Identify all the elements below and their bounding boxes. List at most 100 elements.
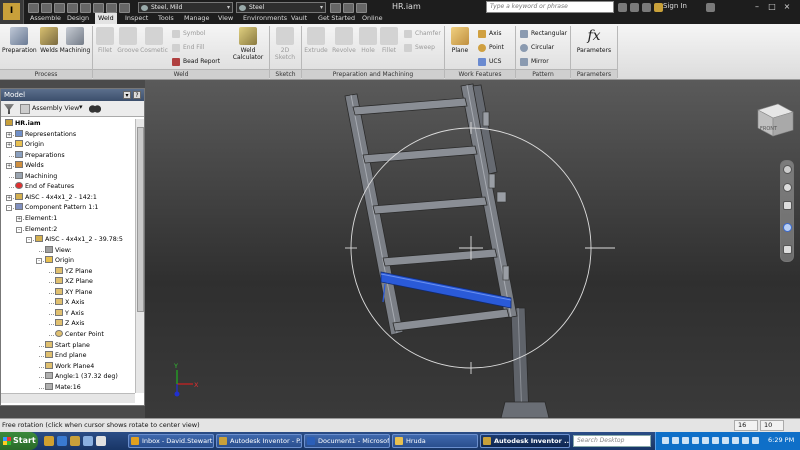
tab-manage[interactable]: Manage [181, 13, 212, 24]
model-canvas[interactable]: FRONT X Y [145, 80, 800, 418]
point-button[interactable]: Point [478, 43, 504, 53]
look-at-icon[interactable] [783, 245, 792, 254]
expand-icon[interactable]: + [6, 131, 12, 138]
tree-item[interactable]: Mate:16 [45, 382, 81, 393]
parameters-panel-label[interactable]: Parameters [571, 69, 617, 79]
weld-panel-label[interactable]: Weld [93, 69, 269, 79]
end-fill-button[interactable]: End Fill [172, 43, 204, 53]
color-override-icon[interactable] [330, 3, 341, 13]
tree-item[interactable]: Start plane [45, 340, 90, 351]
revolve-button[interactable]: Revolve [330, 27, 358, 65]
tab-online[interactable]: Online [359, 13, 386, 24]
tree-item[interactable]: XZ Plane [55, 277, 93, 287]
tray-display-icon[interactable] [702, 437, 709, 444]
quick-launch-explorer-icon[interactable] [44, 436, 54, 446]
minimize-button[interactable]: – [752, 2, 762, 12]
tray-power-icon[interactable] [712, 437, 719, 444]
circular-pattern-button[interactable]: Circular [520, 43, 554, 53]
quick-launch-app-icon[interactable] [96, 436, 106, 446]
chevron-down-icon[interactable]: ▾ [79, 103, 83, 111]
tree-item[interactable]: YZ Plane [55, 266, 92, 277]
expand-icon[interactable]: + [6, 142, 12, 149]
hole-button[interactable]: Hole [358, 27, 378, 65]
filter-icon[interactable] [4, 104, 14, 114]
task-inventor-active[interactable]: Autodesk Inventor ... [480, 434, 570, 448]
parameters-button[interactable]: fx Parameters [572, 27, 616, 65]
start-button[interactable]: Start [0, 432, 38, 450]
cosmetic-weld-button[interactable]: Cosmetic [140, 27, 168, 65]
tree-item[interactable]: Element:1 [25, 214, 57, 224]
tree-item[interactable]: Center Point [55, 330, 104, 340]
tab-weld[interactable]: Weld [95, 13, 117, 24]
tray-bluetooth-icon[interactable] [722, 437, 729, 444]
tray-security-icon[interactable] [732, 437, 739, 444]
fillet-weld-button[interactable]: Fillet [94, 27, 116, 65]
chamfer-button[interactable]: Chamfer [404, 29, 441, 39]
axis-button[interactable]: Axis [478, 29, 501, 39]
tree-item[interactable]: Origin [45, 256, 74, 266]
task-outlook[interactable]: Inbox - David.Stewart... [128, 434, 214, 448]
machining-button[interactable]: Machining [58, 27, 92, 65]
sign-in-link[interactable]: Sign In [663, 2, 687, 10]
work-features-panel-label[interactable]: Work Features [445, 69, 515, 79]
pattern-panel-label[interactable]: Pattern [516, 69, 570, 79]
ucs-button[interactable]: UCS [478, 57, 501, 67]
tree-item[interactable]: Origin [15, 140, 44, 150]
customize-icon[interactable] [356, 3, 367, 13]
extrude-button[interactable]: Extrude [302, 27, 330, 65]
tree-item[interactable]: Component Pattern 1:1 [15, 203, 98, 213]
browser-dropdown-button[interactable]: ▾ [123, 91, 131, 99]
tree-item[interactable]: XY Plane [55, 287, 92, 298]
maximize-button[interactable]: □ [767, 2, 777, 12]
tab-vault[interactable]: Vault [288, 13, 310, 24]
tree-item[interactable]: AISC - 4x4x1_2 - 142:1 [15, 192, 97, 203]
collapse-icon[interactable]: - [36, 258, 42, 265]
sweep-button[interactable]: Sweep [404, 43, 435, 53]
scrollbar-thumb[interactable] [137, 127, 144, 312]
tray-network-icon[interactable] [662, 437, 669, 444]
2d-sketch-button[interactable]: 2D Sketch [270, 27, 300, 65]
redo-icon[interactable] [80, 3, 91, 13]
symbol-button[interactable]: Symbol [172, 29, 205, 39]
task-folder-hruda[interactable]: Hruda [392, 434, 478, 448]
tray-volume-icon[interactable] [682, 437, 689, 444]
tray-messenger-icon[interactable] [752, 437, 759, 444]
tree-item[interactable]: AISC - 4x4x1_2 - 39.78:5 [35, 235, 123, 245]
collapse-icon[interactable]: - [26, 237, 32, 244]
tab-tools[interactable]: Tools [155, 13, 177, 24]
open-icon[interactable] [41, 3, 52, 13]
collapse-icon[interactable]: - [6, 205, 12, 212]
collapse-icon[interactable]: - [16, 226, 22, 233]
quick-launch-desktop-icon[interactable] [83, 436, 93, 446]
tab-inspect[interactable]: Inspect [122, 13, 151, 24]
tree-item[interactable]: Element:2 [25, 225, 57, 235]
tree-item[interactable]: Angle:1 (37.32 deg) [45, 372, 118, 382]
task-word[interactable]: Document1 - Microsoft... [304, 434, 390, 448]
tree-item[interactable]: Welds [15, 161, 44, 171]
fx-icon[interactable] [343, 3, 354, 13]
tree-item[interactable]: HR.iam [5, 119, 41, 129]
quick-launch-ie-icon[interactable] [57, 436, 67, 446]
undo-icon[interactable] [67, 3, 78, 13]
weld-calculator-button[interactable]: Weld Calculator [228, 27, 268, 65]
home-icon[interactable] [93, 3, 104, 13]
pan-icon[interactable] [783, 183, 792, 192]
tab-view[interactable]: View [215, 13, 236, 24]
close-button[interactable]: × [782, 2, 792, 12]
subscription-icon[interactable] [630, 3, 639, 12]
tree-item[interactable]: Work Plane4 [45, 361, 94, 372]
sketch-panel-label[interactable]: Sketch [270, 69, 301, 79]
orbit-icon[interactable] [783, 223, 792, 232]
expand-icon[interactable]: + [16, 215, 22, 222]
find-icon[interactable] [89, 104, 101, 114]
expand-icon[interactable]: + [6, 194, 12, 201]
browser-help-button[interactable]: ? [133, 91, 141, 99]
appearance-select[interactable]: Steel ▾ [236, 2, 326, 13]
plane-button[interactable]: Plane [446, 27, 474, 65]
tab-assemble[interactable]: Assemble [27, 13, 64, 24]
fillet-button[interactable]: Fillet [378, 27, 400, 65]
tree-item[interactable]: Y Axis [55, 308, 84, 319]
tab-design[interactable]: Design [64, 13, 92, 24]
zoom-icon[interactable] [783, 201, 792, 210]
help-search-input[interactable]: Type a keyword or phrase [486, 1, 614, 13]
